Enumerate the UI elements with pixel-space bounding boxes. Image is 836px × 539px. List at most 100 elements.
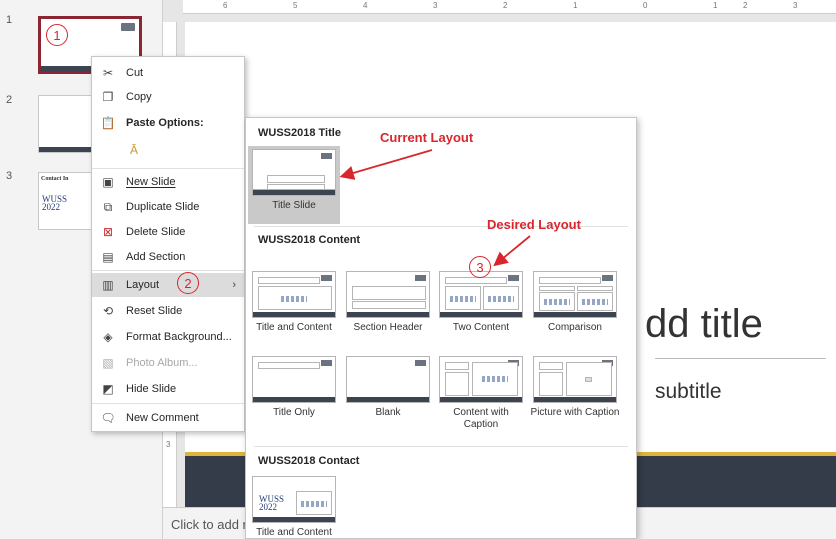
menu-item-label: Cut: [126, 67, 144, 79]
preview-footer-band: [440, 312, 522, 317]
menu-item-copy[interactable]: ❐ Copy: [92, 85, 244, 109]
slide-number-1: 1: [6, 14, 13, 26]
ruler-tick: 3: [433, 1, 438, 10]
preview-footer-band: [534, 312, 616, 317]
wuss-logo-box: WUSS 2022: [258, 491, 294, 515]
menu-item-label: Layout: [126, 279, 160, 291]
menu-item-new-slide[interactable]: ▣ New Slide: [92, 170, 244, 194]
picture-icon: [585, 377, 592, 382]
preview-footer-band: [253, 397, 335, 402]
layout-preview: [252, 149, 336, 196]
title-placeholder[interactable]: dd title: [645, 302, 763, 347]
slide-number-2: 2: [6, 94, 13, 106]
wuss-logo-icon: [415, 360, 426, 366]
placeholder-box: [352, 286, 426, 300]
menu-separator: [92, 403, 244, 404]
paste-option-keep-text[interactable]: Ā: [92, 137, 244, 163]
layout-preview: WUSS 2022: [252, 476, 336, 523]
section-divider: [254, 446, 628, 447]
menu-item-layout[interactable]: ▥ Layout ›: [92, 273, 244, 297]
placeholder-box: [352, 301, 426, 309]
scissors-icon: ✂: [102, 66, 114, 80]
wuss-2022-logo: WUSS 2022: [42, 194, 68, 212]
menu-item-reset-slide[interactable]: ⟲ Reset Slide: [92, 299, 244, 323]
content-icons: [488, 296, 514, 302]
layout-label: Title and Content: [256, 527, 332, 538]
layout-preview: [346, 271, 430, 318]
menu-item-duplicate-slide[interactable]: ⧉ Duplicate Slide: [92, 195, 244, 219]
section-header-contact: WUSS2018 Contact: [258, 455, 360, 467]
ruler-tick: 6: [223, 1, 228, 10]
menu-item-hide-slide[interactable]: ◩ Hide Slide: [92, 377, 244, 401]
ruler-tick: 4: [363, 1, 368, 10]
menu-item-delete-slide[interactable]: ⊠ Delete Slide: [92, 220, 244, 244]
horizontal-ruler: 6 5 4 3 2 1 0 1 2 3: [183, 0, 836, 14]
wuss-logo-icon: [321, 360, 332, 366]
paint-bucket-icon: ◈: [103, 330, 113, 344]
placeholder-box: [258, 362, 320, 369]
layout-title-slide[interactable]: Title Slide: [248, 146, 340, 224]
menu-item-add-section[interactable]: ▤ Add Section: [92, 245, 244, 269]
menu-item-format-background[interactable]: ◈ Format Background...: [92, 325, 244, 349]
content-icons: [482, 376, 508, 382]
layout-comparison[interactable]: Comparison: [529, 268, 621, 346]
wuss-logo-icon: [121, 23, 135, 31]
layout-label: Two Content: [452, 322, 510, 333]
menu-item-label: Delete Slide: [126, 226, 186, 238]
comment-icon: 🗨: [100, 411, 116, 425]
menu-item-label: Format Background...: [126, 331, 232, 343]
placeholder-box: [445, 372, 469, 396]
layout-gallery: WUSS2018 Title Title Slide WUSS2018 Cont…: [245, 117, 637, 539]
notes-placeholder[interactable]: Click to add n: [171, 517, 250, 532]
ruler-tick: 2: [743, 1, 748, 10]
layout-preview: [252, 271, 336, 318]
layout-label: Section Header: [353, 322, 423, 333]
layout-label: Content with Caption: [453, 407, 509, 430]
preview-footer-band: [253, 517, 335, 522]
subtitle-placeholder[interactable]: subtitle: [655, 380, 722, 404]
placeholder-box: [445, 362, 469, 370]
layout-content-with-caption[interactable]: Content with Caption: [435, 353, 527, 431]
clipboard-icon: 📋: [100, 116, 116, 130]
layout-picture-with-caption[interactable]: Picture with Caption: [529, 353, 621, 431]
layout-contact-title-and-content[interactable]: WUSS 2022 Title and Content: [248, 473, 340, 539]
menu-separator: [92, 168, 244, 169]
menu-separator: [92, 270, 244, 271]
step-marker-1: 1: [46, 24, 68, 46]
layout-label: Comparison: [548, 322, 602, 333]
menu-item-new-comment[interactable]: 🗨 New Comment: [92, 406, 244, 430]
ruler-tick: 1: [573, 1, 578, 10]
layout-title-only[interactable]: Title Only: [248, 353, 340, 431]
content-icons: [450, 296, 476, 302]
menu-item-label: Hide Slide: [126, 383, 177, 395]
layout-section-header[interactable]: Section Header: [342, 268, 434, 346]
placeholder-box: [539, 277, 601, 284]
step-marker-2: 2: [177, 272, 199, 294]
layout-preview: [439, 356, 523, 403]
menu-item-label: Paste Options:: [126, 117, 204, 129]
ruler-tick: 0: [643, 1, 648, 10]
preview-footer-band: [253, 312, 335, 317]
reset-slide-icon: ⟲: [102, 304, 114, 318]
placeholder-box: [267, 175, 325, 183]
menu-item-cut[interactable]: ✂ Cut: [92, 61, 244, 85]
preview-footer-band: [440, 397, 522, 402]
menu-item-photo-album[interactable]: ▧ Photo Album...: [92, 351, 244, 375]
slide-context-menu: ✂ Cut ❐ Copy 📋 Paste Options: Ā ▣ New Sl…: [91, 56, 245, 432]
section-icon: ▤: [102, 250, 114, 264]
content-icons: [544, 299, 570, 305]
layout-blank[interactable]: Blank: [342, 353, 434, 431]
layout-title-and-content[interactable]: Title and Content: [248, 268, 340, 346]
step-marker-3: 3: [469, 256, 491, 278]
layout-two-content[interactable]: Two Content: [435, 268, 527, 346]
photo-album-icon: ▧: [102, 356, 114, 370]
placeholder-box: [539, 286, 575, 291]
new-slide-icon: ▣: [102, 175, 114, 189]
delete-slide-icon: ⊠: [102, 225, 114, 239]
menu-item-label: Reset Slide: [126, 305, 183, 317]
layout-label: Title Only: [273, 407, 315, 418]
paste-options-header: 📋 Paste Options:: [92, 111, 244, 135]
layout-label: Picture with Caption: [530, 407, 620, 418]
ruler-tick: 1: [713, 1, 718, 10]
copy-icon: ❐: [102, 90, 114, 104]
